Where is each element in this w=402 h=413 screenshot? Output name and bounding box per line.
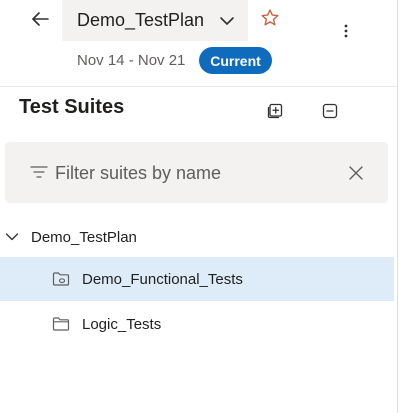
- suite-folder-icon: [52, 271, 70, 287]
- panel-title: Test Suites: [19, 96, 125, 118]
- pane-border: [397, 0, 398, 413]
- header-divider: [0, 86, 397, 87]
- filter-suites-box: [5, 142, 388, 203]
- clear-filter-button[interactable]: [347, 164, 365, 182]
- back-arrow-icon: [32, 12, 49, 26]
- favorite-button[interactable]: [260, 8, 280, 28]
- tree-node-suite[interactable]: Demo_Functional_Tests: [0, 257, 394, 301]
- test-plan-selector[interactable]: Demo_TestPlan: [62, 0, 248, 41]
- test-plan-name: Demo_TestPlan: [77, 10, 205, 30]
- tree-node-label: Demo_Functional_Tests: [82, 270, 243, 288]
- expand-all-button[interactable]: [265, 101, 285, 121]
- chevron-down-icon[interactable]: [4, 232, 20, 242]
- more-vertical-icon: [344, 24, 348, 38]
- tree-node-label: Logic_Tests: [82, 315, 162, 333]
- chevron-down-icon: [220, 17, 234, 25]
- back-button[interactable]: [27, 6, 53, 32]
- close-icon: [349, 166, 363, 180]
- expand-all-icon: [267, 103, 283, 119]
- folder-icon: [52, 316, 70, 332]
- tree-node-root[interactable]: Demo_TestPlan: [0, 215, 394, 259]
- collapse-all-icon: [322, 103, 338, 119]
- tree-node-suite[interactable]: Logic_Tests: [0, 302, 394, 346]
- collapse-all-button[interactable]: [320, 101, 340, 121]
- iteration-date-range: Nov 14 - Nov 21: [77, 52, 186, 69]
- filter-icon: [30, 166, 48, 178]
- filter-suites-input[interactable]: [55, 156, 335, 190]
- more-actions-button[interactable]: [337, 20, 355, 42]
- tree-node-label: Demo_TestPlan: [31, 228, 137, 246]
- status-badge: Current: [199, 47, 272, 74]
- star-icon: [261, 9, 279, 26]
- test-plan-pane: Demo_TestPlan Nov 14 - Nov 21 Current Te…: [0, 0, 402, 413]
